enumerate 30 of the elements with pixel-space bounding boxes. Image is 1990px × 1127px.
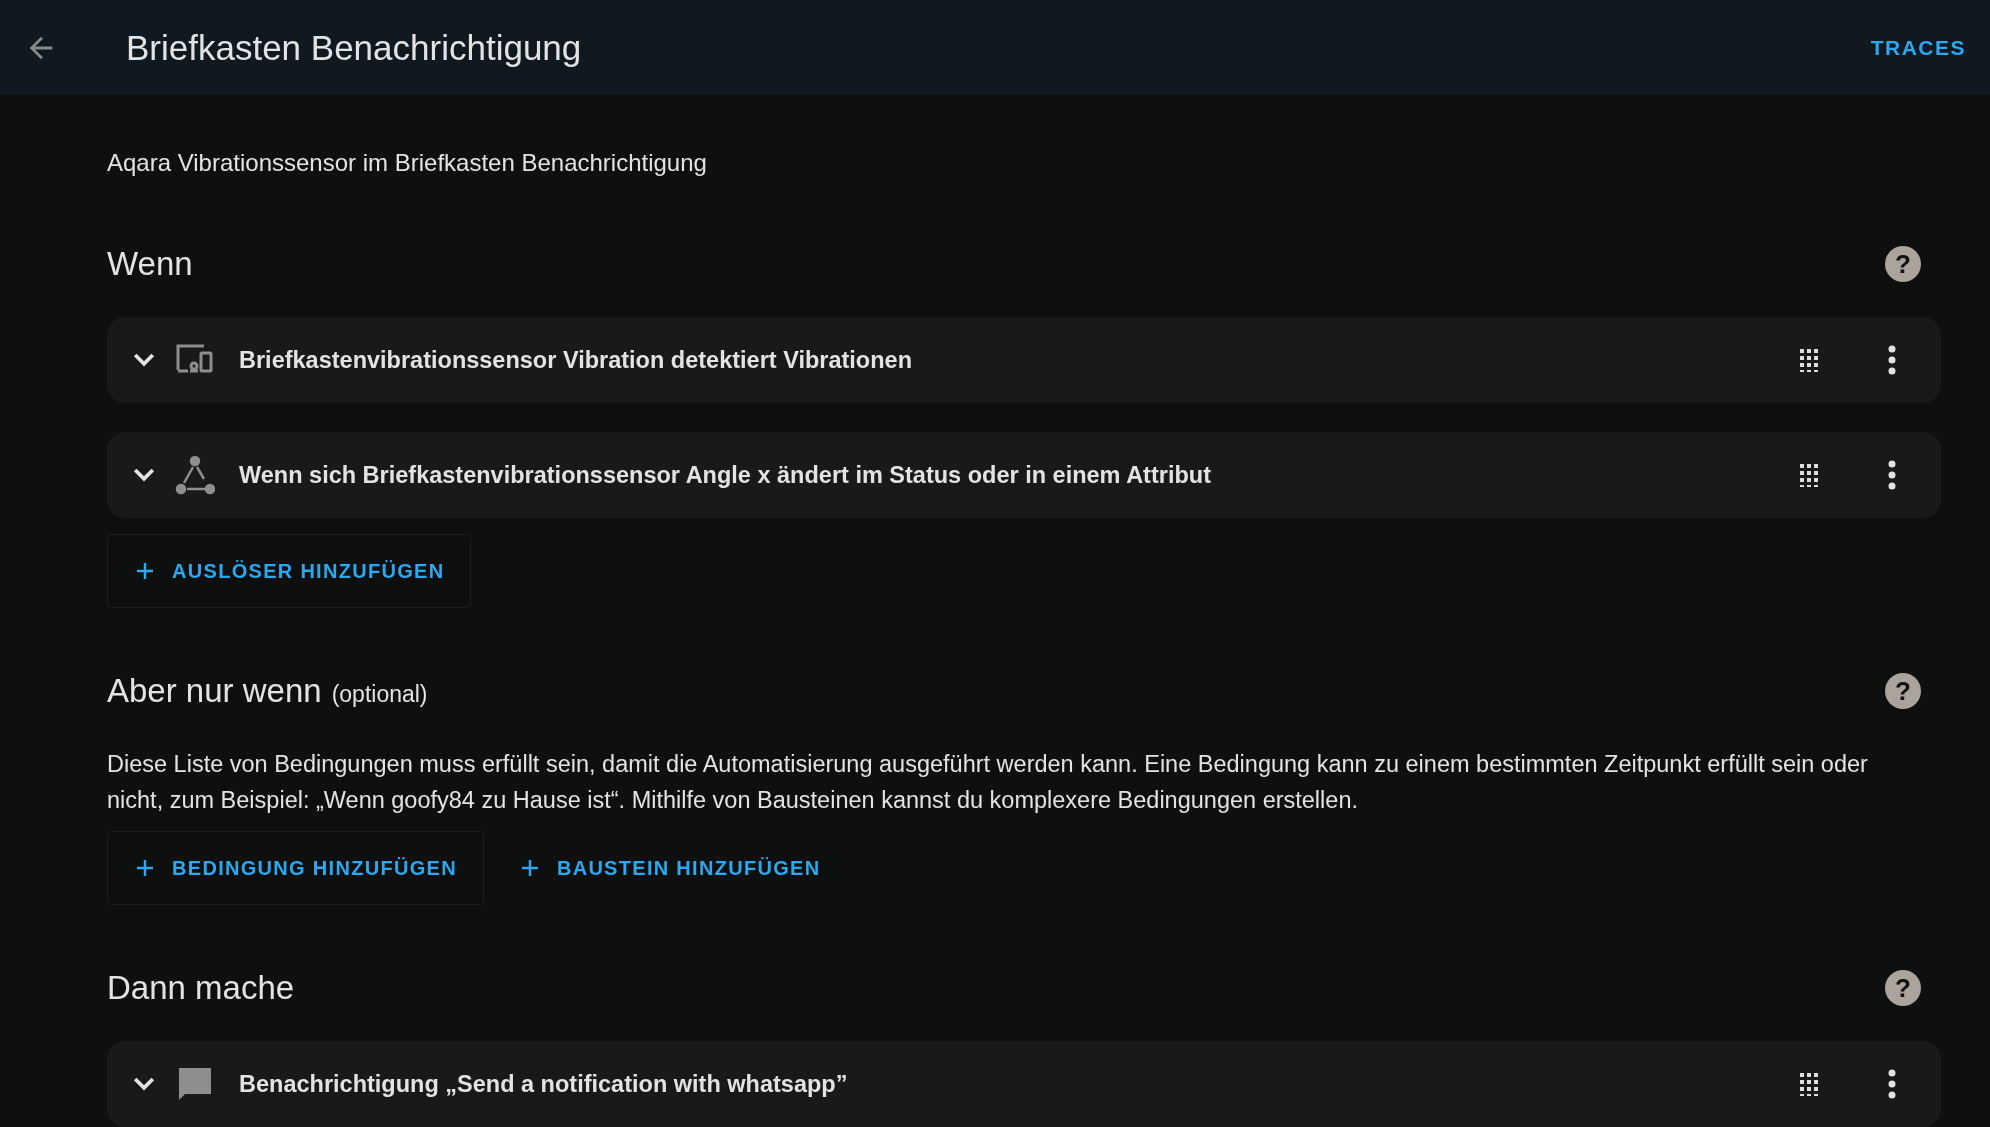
add-button[interactable]: BEDINGUNG HINZUFÜGEN bbox=[107, 831, 484, 905]
help-icon[interactable]: ? bbox=[1884, 245, 1922, 283]
automation-description: Aqara Vibrationssensor im Briefkasten Benachrichtigung bbox=[107, 149, 708, 177]
plus-icon bbox=[136, 562, 154, 580]
help-icon[interactable]: ? bbox=[1884, 672, 1922, 710]
row-title: Wenn sich Briefkastenvibrationssensor Angle x ändert im Status oder in einem Attribut bbox=[239, 461, 1212, 489]
section-title: Wenn bbox=[107, 245, 193, 283]
plus-icon bbox=[520, 859, 539, 877]
section-title: Aber nur wenn bbox=[107, 672, 322, 710]
plus-icon bbox=[136, 859, 154, 877]
row-title: Benachrichtigung „Send a notification with whatsapp” bbox=[239, 1070, 849, 1098]
traces-link[interactable]: TRACES bbox=[1870, 35, 1966, 60]
automation-row[interactable]: Benachrichtigung „Send a notification with whatsapp” bbox=[107, 1041, 1941, 1127]
automation-row[interactable]: Wenn sich Briefkastenvibrationssensor Angle x ändert im Status oder in einem Attribut bbox=[107, 432, 1941, 518]
more-options-icon[interactable] bbox=[1887, 345, 1897, 375]
help-icon[interactable]: ? bbox=[1884, 969, 1922, 1007]
page-title: Briefkasten Benachrichtigung bbox=[126, 27, 583, 68]
drag-handle-icon[interactable] bbox=[1799, 463, 1819, 487]
section-hint: (optional) bbox=[331, 681, 428, 708]
drag-handle-icon[interactable] bbox=[1799, 1072, 1819, 1096]
add-button[interactable]: AUSLÖSER HINZUFÜGEN bbox=[107, 534, 472, 608]
section-description: Diese Liste von Bedingungen muss erfüllt sein, damit die Automatisierung ausgeführt werden kann. Eine Bedingung kann zu einem bestimmten Zeitpunkt erfüllt sein oder nicht, zum Beispiel: „Wenn goofy84 zu Hause ist“. Mithilfe von Bausteinen kannst du komplexere Bedingungen erstellen. bbox=[107, 750, 1869, 815]
more-options-icon[interactable] bbox=[1887, 1069, 1897, 1099]
more-options-icon[interactable] bbox=[1887, 460, 1897, 490]
section-title: Dann mache bbox=[107, 969, 295, 1007]
row-title: Briefkastenvibrationssensor Vibration detektiert Vibrationen bbox=[239, 346, 913, 374]
add-button[interactable]: BAUSTEIN HINZUFÜGEN bbox=[491, 831, 848, 905]
state-change-icon bbox=[175, 455, 215, 495]
automation-row[interactable]: Briefkastenvibrationssensor Vibration detektiert Vibrationen bbox=[107, 317, 1941, 403]
drag-handle-icon[interactable] bbox=[1799, 348, 1819, 372]
